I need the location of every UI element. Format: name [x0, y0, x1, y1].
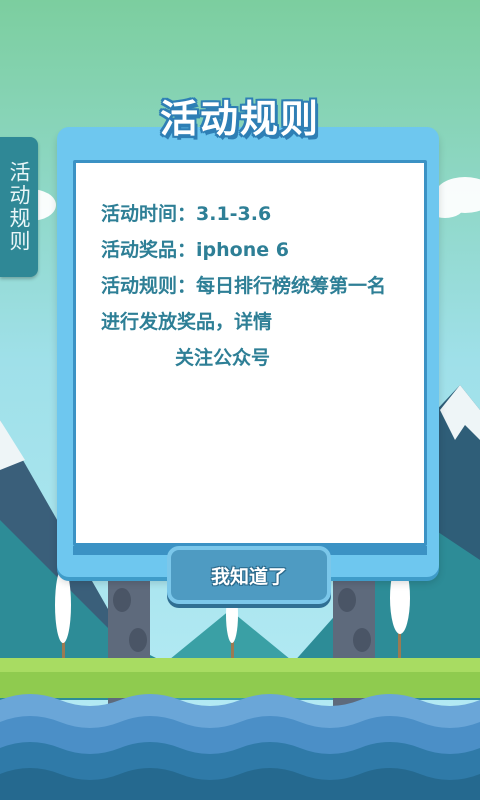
rule-follow: 关注公众号 — [175, 347, 271, 369]
rule-prize: 活动奖品：iphone 6 — [101, 239, 289, 261]
confirm-button[interactable]: 我知道了 — [167, 546, 331, 604]
side-tab-label: 活动规则 — [7, 161, 31, 253]
rule-time: 活动时间：3.1-3.6 — [101, 203, 272, 225]
dialog-title: 活动规则 — [159, 97, 320, 141]
side-tab-rules[interactable]: 活动规则 — [0, 137, 38, 277]
rule-detail: 活动规则：每日排行榜统筹第一名进行发放奖品，详情 — [101, 275, 387, 333]
rules-text: 活动时间：3.1-3.6 活动奖品：iphone 6 活动规则：每日排行榜统筹第… — [101, 196, 401, 376]
